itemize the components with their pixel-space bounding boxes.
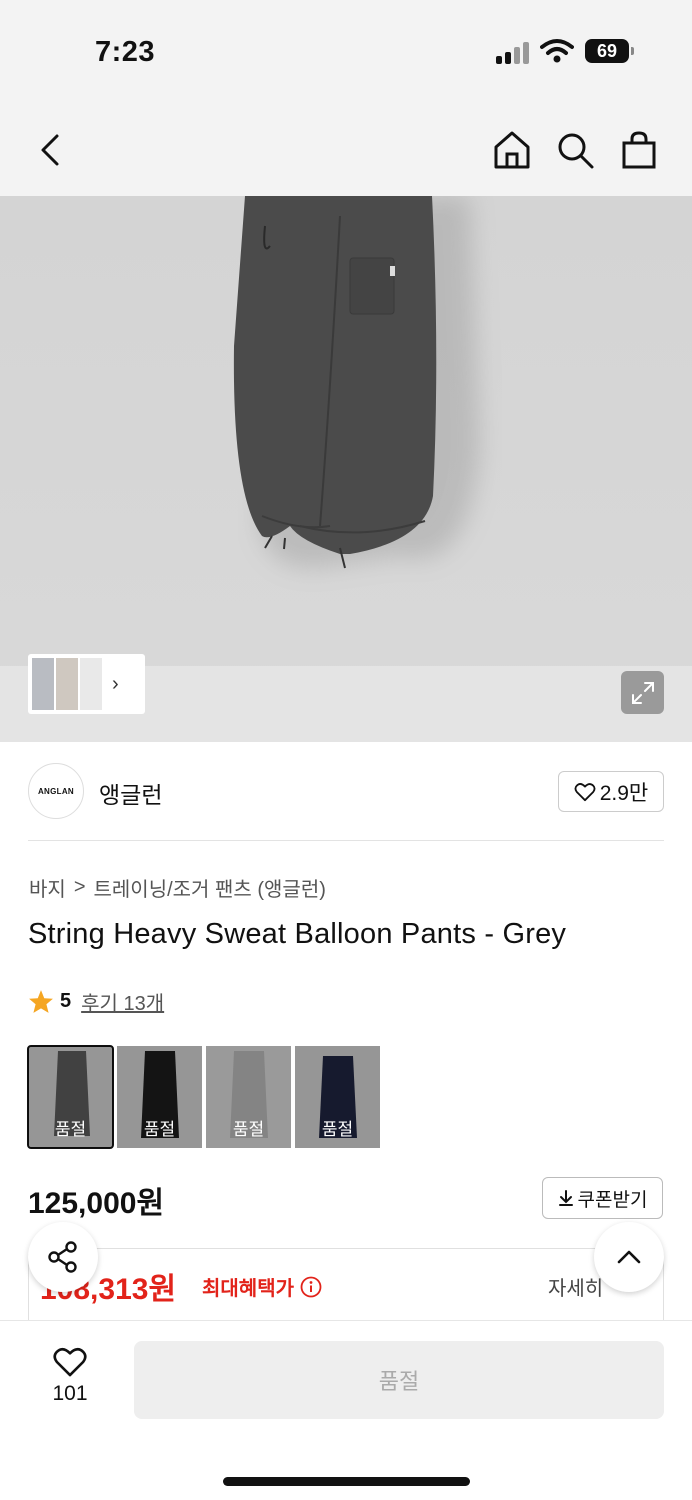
- breadcrumb: 바지 > 트레이닝/조거 팬츠 (앵글런): [29, 873, 326, 902]
- max-benefit-label-group: 최대혜택가: [202, 1272, 322, 1301]
- wishlist-count: 101: [52, 1382, 88, 1405]
- coupon-button[interactable]: 쿠폰받기: [542, 1177, 663, 1219]
- max-benefit-label: 최대혜택가: [202, 1278, 294, 1300]
- divider: [28, 840, 664, 841]
- soldout-label: 품절: [321, 1120, 354, 1139]
- rating: 5 후기 13개: [28, 987, 164, 1016]
- download-icon: [558, 1190, 573, 1206]
- search-button[interactable]: [553, 128, 597, 172]
- thumbnail-images: [32, 658, 104, 710]
- image-thumbnail-strip[interactable]: ›: [28, 654, 145, 714]
- home-indicator: [223, 1477, 470, 1486]
- color-option-grey[interactable]: 품절: [27, 1045, 114, 1149]
- battery-icon: 69: [585, 39, 634, 63]
- info-icon[interactable]: [300, 1276, 322, 1298]
- wishlist-button[interactable]: 101: [40, 1346, 100, 1406]
- chevron-right-icon: ›: [112, 672, 119, 695]
- soldout-button-label: 품절: [378, 1369, 420, 1394]
- brand-name[interactable]: 앵글런: [99, 776, 162, 810]
- back-button[interactable]: [30, 128, 70, 172]
- cart-button[interactable]: [617, 128, 661, 172]
- shopping-bag-icon: [622, 131, 656, 169]
- expand-icon: [631, 681, 654, 704]
- coupon-label: 쿠폰받기: [577, 1189, 648, 1211]
- soldout-label: 품절: [143, 1120, 176, 1139]
- home-icon: [494, 131, 530, 169]
- benefit-detail-link[interactable]: 자세히: [548, 1272, 603, 1301]
- color-options: 품절 품절 품절 품절: [27, 1045, 380, 1149]
- heart-icon: [53, 1347, 87, 1377]
- brand-logo-text: ANGLAN: [37, 786, 75, 796]
- review-link[interactable]: 후기 13개: [81, 987, 164, 1016]
- top-bar: 7:23 69: [0, 0, 692, 196]
- heart-icon: [574, 782, 596, 801]
- chevron-left-icon: [41, 134, 59, 166]
- share-icon: [48, 1241, 77, 1273]
- breadcrumb-separator: >: [73, 876, 86, 898]
- home-button[interactable]: [490, 128, 534, 172]
- rating-score: 5: [60, 990, 72, 1012]
- brand-logo[interactable]: ANGLAN: [28, 763, 84, 819]
- search-icon: [558, 133, 594, 169]
- wifi-icon: [540, 38, 574, 64]
- scroll-top-button[interactable]: [594, 1222, 664, 1292]
- brand-like-count: 2.9만: [599, 781, 649, 805]
- color-option-navy[interactable]: 품절: [295, 1046, 380, 1148]
- signal-icon: [496, 42, 530, 64]
- chevron-up-icon: [617, 1250, 641, 1264]
- color-option-black[interactable]: 품절: [117, 1046, 202, 1148]
- soldout-label: 품절: [232, 1120, 265, 1139]
- brand-like-button[interactable]: 2.9만: [558, 771, 664, 812]
- product-image[interactable]: ›: [0, 196, 692, 742]
- product-title: String Heavy Sweat Balloon Pants - Grey: [28, 918, 567, 950]
- product-price: 125,000원: [28, 1187, 165, 1220]
- breadcrumb-subcategory[interactable]: 트레이닝/조거 팬츠 (앵글런): [94, 873, 326, 902]
- color-option-light-grey[interactable]: 품절: [206, 1046, 291, 1148]
- status-time: 7:23: [95, 36, 156, 68]
- soldout-label: 품절: [54, 1120, 87, 1139]
- breadcrumb-category[interactable]: 바지: [29, 873, 66, 902]
- soldout-button[interactable]: 품절: [134, 1341, 664, 1419]
- star-icon: [29, 990, 53, 1013]
- expand-image-button[interactable]: [621, 671, 664, 714]
- share-button[interactable]: [28, 1222, 98, 1292]
